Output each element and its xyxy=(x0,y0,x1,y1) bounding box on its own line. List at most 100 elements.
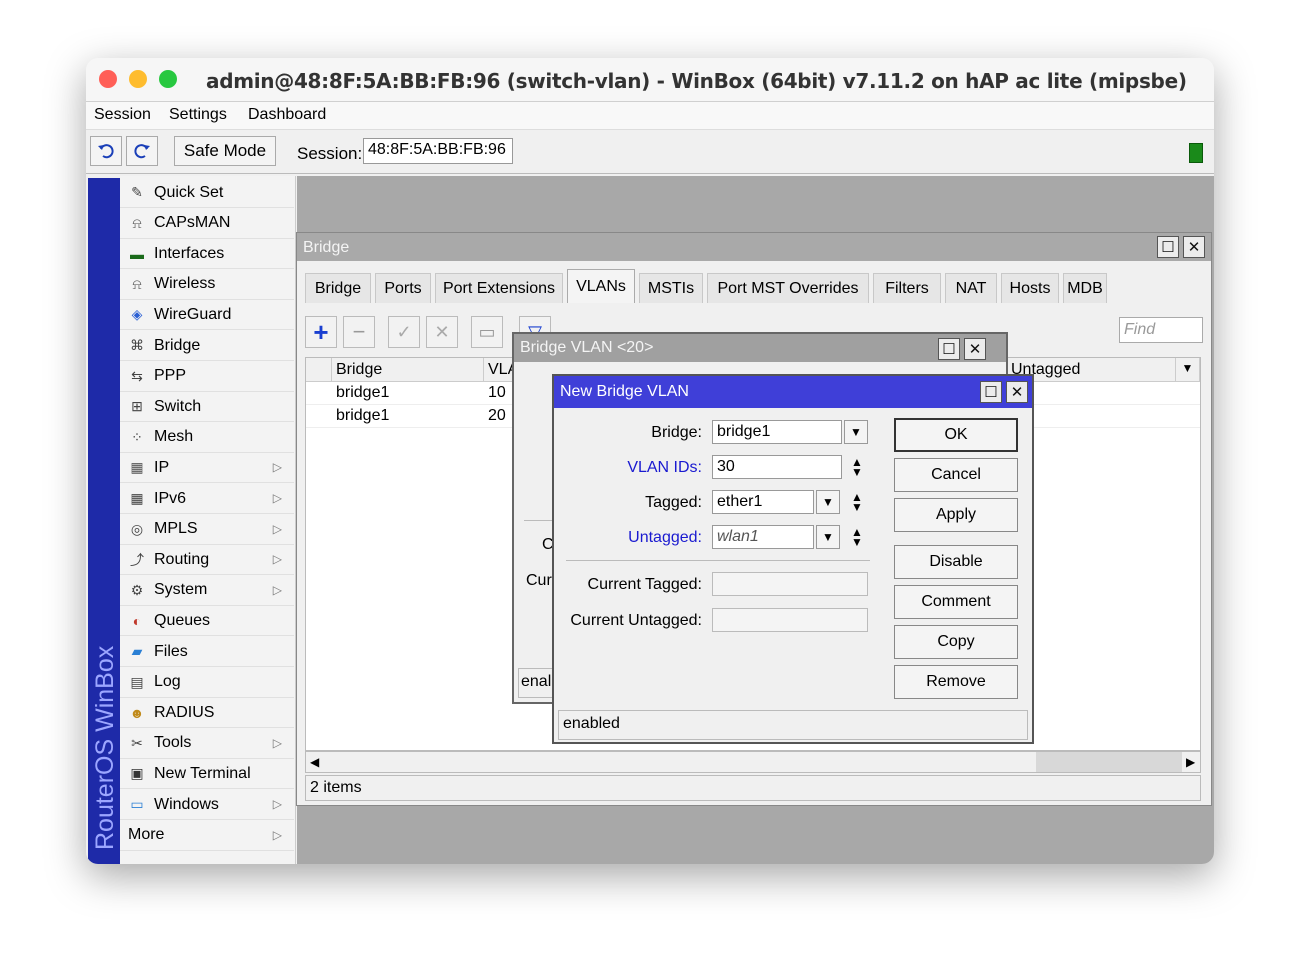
sidebar-item-files[interactable]: ▰ Files xyxy=(120,637,294,667)
sidebar-item-ip[interactable]: ▦ IP ▷ xyxy=(120,453,294,484)
new-bridge-vlan-title[interactable]: New Bridge VLAN xyxy=(554,376,1032,408)
tab-filters[interactable]: Filters xyxy=(873,273,941,303)
remove-button[interactable]: Remove xyxy=(894,665,1018,699)
apply-button[interactable]: Apply xyxy=(894,498,1018,532)
sidebar-item-capsman[interactable]: ⍾ CAPsMAN xyxy=(120,209,294,239)
comment-button[interactable]: ▭ xyxy=(471,316,503,348)
untagged-field[interactable]: wlan1 xyxy=(712,525,814,549)
maximize-icon[interactable]: ☐ xyxy=(938,338,960,360)
tab-vlans[interactable]: VLANs xyxy=(567,269,635,303)
scroll-thumb[interactable] xyxy=(1036,752,1182,772)
untagged-dropdown[interactable]: ▼ xyxy=(816,525,840,549)
menu-dashboard[interactable]: Dashboard xyxy=(248,106,326,124)
wireguard-icon: ◈ xyxy=(131,306,143,323)
maximize-icon[interactable]: ☐ xyxy=(1157,236,1179,258)
sidebar-item-quick-set[interactable]: ✎ Quick Set xyxy=(120,178,294,208)
sidebar-item-windows[interactable]: ▭ Windows ▷ xyxy=(120,790,294,820)
mpls-icon: ◎ xyxy=(130,520,144,537)
zoom-window-button[interactable] xyxy=(159,70,177,88)
window-title: admin@48:8F:5A:BB:FB:96 (switch-vlan) - … xyxy=(206,69,1187,93)
scroll-left-icon[interactable]: ◀ xyxy=(310,755,319,769)
disable-button[interactable]: Disable xyxy=(894,545,1018,579)
sidebar-item-label: WireGuard xyxy=(154,305,232,323)
add-button[interactable]: + xyxy=(305,316,337,348)
tab-port-mst-overrides[interactable]: Port MST Overrides xyxy=(707,273,869,303)
columns-dropdown[interactable]: ▼ xyxy=(1176,358,1200,382)
menu-bar: Session Settings Dashboard xyxy=(86,102,1214,130)
menu-session[interactable]: Session xyxy=(94,106,151,124)
windows-icon: ▭ xyxy=(130,796,144,812)
sidebar-item-interfaces[interactable]: ▬ Interfaces xyxy=(120,239,294,270)
remove-button[interactable]: − xyxy=(343,316,375,348)
close-icon[interactable]: ✕ xyxy=(1183,236,1205,258)
sidebar-item-new-terminal[interactable]: ▣ New Terminal xyxy=(120,759,294,790)
antenna-icon: ⍾ xyxy=(132,214,142,231)
sidebar-item-radius[interactable]: ☻ RADIUS xyxy=(120,698,294,729)
close-icon[interactable]: ✕ xyxy=(1006,381,1028,403)
sidebar-item-ipv6[interactable]: ▦ IPv6 ▷ xyxy=(120,484,294,514)
tab-mstis[interactable]: MSTIs xyxy=(639,273,703,303)
vlan-ids-spinner[interactable]: ▲ ▼ xyxy=(848,455,866,479)
sidebar-item-label: Tools xyxy=(154,734,192,752)
bridge-dropdown[interactable]: ▼ xyxy=(844,420,868,444)
disable-button[interactable]: ✕ xyxy=(426,316,458,348)
log-icon: ▤ xyxy=(130,673,144,690)
tagged-field[interactable]: ether1 xyxy=(712,490,814,514)
minimize-window-button[interactable] xyxy=(129,70,147,88)
copy-button[interactable]: Copy xyxy=(894,625,1018,659)
tab-ports[interactable]: Ports xyxy=(375,273,431,303)
session-label: Session: xyxy=(297,144,363,163)
antenna-icon: ⍾ xyxy=(132,275,142,292)
comment-button[interactable]: Comment xyxy=(894,585,1018,619)
column-header-bridge[interactable]: Bridge xyxy=(332,358,484,382)
sidebar-item-switch[interactable]: ⊞ Switch xyxy=(120,392,294,423)
title-bar[interactable]: admin@48:8F:5A:BB:FB:96 (switch-vlan) - … xyxy=(86,58,1214,102)
sidebar-item-mpls[interactable]: ◎ MPLS ▷ xyxy=(120,515,294,545)
sidebar-item-routing[interactable]: ⤴ Routing ▷ xyxy=(120,545,294,576)
tab-nat[interactable]: NAT xyxy=(945,273,997,303)
close-window-button[interactable] xyxy=(99,70,117,88)
sidebar-item-ppp[interactable]: ⇆ PPP xyxy=(120,362,294,392)
maximize-icon[interactable]: ☐ xyxy=(980,381,1002,403)
scroll-right-icon[interactable]: ▶ xyxy=(1186,755,1195,769)
sidebar-item-queues[interactable]: ◐ Queues xyxy=(120,606,294,637)
enable-button[interactable]: ✓ xyxy=(388,316,420,348)
tab-bridge[interactable]: Bridge xyxy=(305,273,371,303)
bridge-vlan-20-title[interactable]: Bridge VLAN <20> xyxy=(514,334,1006,362)
close-icon[interactable]: ✕ xyxy=(964,338,986,360)
redo-button[interactable] xyxy=(126,136,158,166)
ok-button[interactable]: OK xyxy=(894,418,1018,452)
menu-settings[interactable]: Settings xyxy=(169,106,227,124)
terminal-icon: ▣ xyxy=(130,765,144,782)
tagged-spinner[interactable]: ▲ ▼ xyxy=(848,490,866,514)
horizontal-scrollbar[interactable]: ◀ ▶ xyxy=(305,751,1201,773)
column-header-vlan[interactable]: VLA xyxy=(484,358,518,382)
sidebar-item-wireless[interactable]: ⍾ Wireless xyxy=(120,270,294,300)
sidebar-item-label: Windows xyxy=(154,795,219,813)
sidebar-item-bridge[interactable]: ⌘ Bridge xyxy=(120,331,294,361)
untagged-spinner[interactable]: ▲ ▼ xyxy=(848,525,866,549)
tab-port-extensions[interactable]: Port Extensions xyxy=(435,273,563,303)
sidebar-item-more[interactable]: More ▷ xyxy=(120,821,294,851)
sidebar-item-log[interactable]: ▤ Log xyxy=(120,668,294,698)
submenu-arrow-icon: ▷ xyxy=(272,521,282,536)
sidebar-item-system[interactable]: ⚙ System ▷ xyxy=(120,576,294,606)
bridge-field[interactable]: bridge1 xyxy=(712,420,842,444)
safe-mode-button[interactable]: Safe Mode xyxy=(174,136,276,166)
vlan-ids-field[interactable]: 30 xyxy=(712,455,842,479)
cancel-button[interactable]: Cancel xyxy=(894,458,1018,492)
tagged-dropdown[interactable]: ▼ xyxy=(816,490,840,514)
find-input[interactable]: Find xyxy=(1119,317,1203,343)
sidebar-item-label: Queues xyxy=(154,611,211,629)
sidebar-item-label: Files xyxy=(154,642,188,660)
session-field[interactable]: 48:8F:5A:BB:FB:96 xyxy=(363,138,513,164)
undo-button[interactable] xyxy=(90,136,122,166)
sidebar-item-mesh[interactable]: ⁘ Mesh xyxy=(120,423,294,453)
bridge-window-title[interactable]: Bridge xyxy=(297,233,1211,261)
sidebar-item-tools[interactable]: ✂ Tools ▷ xyxy=(120,729,294,759)
tab-mdb[interactable]: MDB xyxy=(1063,273,1107,303)
interfaces-icon: ▬ xyxy=(130,245,144,262)
sidebar-item-wireguard[interactable]: ◈ WireGuard xyxy=(120,300,294,331)
submenu-arrow-icon: ▷ xyxy=(272,460,282,475)
tab-hosts[interactable]: Hosts xyxy=(1001,273,1059,303)
